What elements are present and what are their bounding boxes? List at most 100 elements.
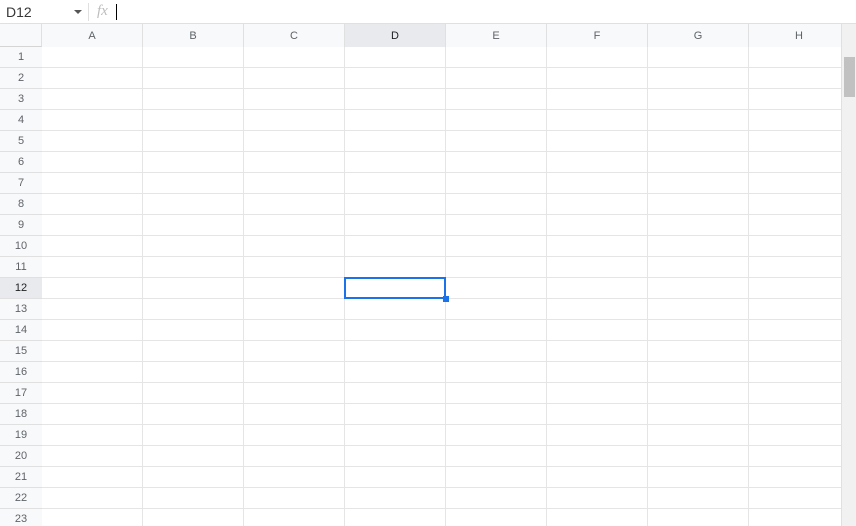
- cell-F14[interactable]: [547, 320, 648, 341]
- cell-E18[interactable]: [446, 404, 547, 425]
- cell-B18[interactable]: [143, 404, 244, 425]
- cell-B6[interactable]: [143, 152, 244, 173]
- cell-B14[interactable]: [143, 320, 244, 341]
- row-header-3[interactable]: 3: [0, 89, 42, 110]
- cell-D14[interactable]: [345, 320, 446, 341]
- cell-C17[interactable]: [244, 383, 345, 404]
- cell-B10[interactable]: [143, 236, 244, 257]
- cell-C21[interactable]: [244, 467, 345, 488]
- cell-G2[interactable]: [648, 68, 749, 89]
- cell-G5[interactable]: [648, 131, 749, 152]
- vertical-scrollbar[interactable]: [841, 24, 856, 526]
- cell-D23[interactable]: [345, 509, 446, 526]
- cell-A12[interactable]: [42, 278, 143, 299]
- cell-F3[interactable]: [547, 89, 648, 110]
- fill-handle[interactable]: [443, 296, 449, 302]
- cell-E20[interactable]: [446, 446, 547, 467]
- cell-F15[interactable]: [547, 341, 648, 362]
- cell-C7[interactable]: [244, 173, 345, 194]
- cell-G10[interactable]: [648, 236, 749, 257]
- cell-E15[interactable]: [446, 341, 547, 362]
- cell-D10[interactable]: [345, 236, 446, 257]
- row-header-1[interactable]: 1: [0, 47, 42, 68]
- column-header-D[interactable]: D: [345, 24, 446, 47]
- cell-H5[interactable]: [749, 131, 850, 152]
- cell-G9[interactable]: [648, 215, 749, 236]
- column-header-B[interactable]: B: [143, 24, 244, 47]
- cell-B11[interactable]: [143, 257, 244, 278]
- cell-B5[interactable]: [143, 131, 244, 152]
- cell-E16[interactable]: [446, 362, 547, 383]
- cell-E4[interactable]: [446, 110, 547, 131]
- cell-H19[interactable]: [749, 425, 850, 446]
- cell-A17[interactable]: [42, 383, 143, 404]
- cell-H11[interactable]: [749, 257, 850, 278]
- cell-F5[interactable]: [547, 131, 648, 152]
- cell-D22[interactable]: [345, 488, 446, 509]
- cell-A8[interactable]: [42, 194, 143, 215]
- cell-H13[interactable]: [749, 299, 850, 320]
- scroll-thumb[interactable]: [844, 57, 855, 97]
- cell-D4[interactable]: [345, 110, 446, 131]
- cell-G21[interactable]: [648, 467, 749, 488]
- cell-D17[interactable]: [345, 383, 446, 404]
- row-header-16[interactable]: 16: [0, 362, 42, 383]
- cell-H2[interactable]: [749, 68, 850, 89]
- cell-D15[interactable]: [345, 341, 446, 362]
- cell-B20[interactable]: [143, 446, 244, 467]
- cell-D3[interactable]: [345, 89, 446, 110]
- cell-G17[interactable]: [648, 383, 749, 404]
- cell-F16[interactable]: [547, 362, 648, 383]
- cell-E14[interactable]: [446, 320, 547, 341]
- cell-B19[interactable]: [143, 425, 244, 446]
- cell-D20[interactable]: [345, 446, 446, 467]
- cell-E19[interactable]: [446, 425, 547, 446]
- cell-A5[interactable]: [42, 131, 143, 152]
- row-header-8[interactable]: 8: [0, 194, 42, 215]
- cell-H3[interactable]: [749, 89, 850, 110]
- cell-A7[interactable]: [42, 173, 143, 194]
- cell-F8[interactable]: [547, 194, 648, 215]
- cell-A22[interactable]: [42, 488, 143, 509]
- cell-A3[interactable]: [42, 89, 143, 110]
- cell-G3[interactable]: [648, 89, 749, 110]
- cell-D5[interactable]: [345, 131, 446, 152]
- cell-C9[interactable]: [244, 215, 345, 236]
- cell-F12[interactable]: [547, 278, 648, 299]
- column-header-E[interactable]: E: [446, 24, 547, 47]
- cell-F21[interactable]: [547, 467, 648, 488]
- cell-E10[interactable]: [446, 236, 547, 257]
- cell-E5[interactable]: [446, 131, 547, 152]
- cell-D16[interactable]: [345, 362, 446, 383]
- cell-A10[interactable]: [42, 236, 143, 257]
- cell-A6[interactable]: [42, 152, 143, 173]
- cell-G22[interactable]: [648, 488, 749, 509]
- cell-F4[interactable]: [547, 110, 648, 131]
- cell-G15[interactable]: [648, 341, 749, 362]
- cell-D11[interactable]: [345, 257, 446, 278]
- cell-E21[interactable]: [446, 467, 547, 488]
- cell-A2[interactable]: [42, 68, 143, 89]
- cell-C3[interactable]: [244, 89, 345, 110]
- select-all-corner[interactable]: [0, 24, 42, 47]
- row-header-4[interactable]: 4: [0, 110, 42, 131]
- column-header-G[interactable]: G: [648, 24, 749, 47]
- cell-F2[interactable]: [547, 68, 648, 89]
- column-header-F[interactable]: F: [547, 24, 648, 47]
- column-header-H[interactable]: H: [749, 24, 850, 47]
- cell-B12[interactable]: [143, 278, 244, 299]
- cell-E6[interactable]: [446, 152, 547, 173]
- cell-C15[interactable]: [244, 341, 345, 362]
- cell-G6[interactable]: [648, 152, 749, 173]
- cell-A9[interactable]: [42, 215, 143, 236]
- row-header-11[interactable]: 11: [0, 257, 42, 278]
- cell-D19[interactable]: [345, 425, 446, 446]
- cell-D12[interactable]: [345, 278, 446, 299]
- cell-G23[interactable]: [648, 509, 749, 526]
- cell-A11[interactable]: [42, 257, 143, 278]
- cell-B15[interactable]: [143, 341, 244, 362]
- cell-F1[interactable]: [547, 47, 648, 68]
- cell-C23[interactable]: [244, 509, 345, 526]
- cell-B22[interactable]: [143, 488, 244, 509]
- cell-E12[interactable]: [446, 278, 547, 299]
